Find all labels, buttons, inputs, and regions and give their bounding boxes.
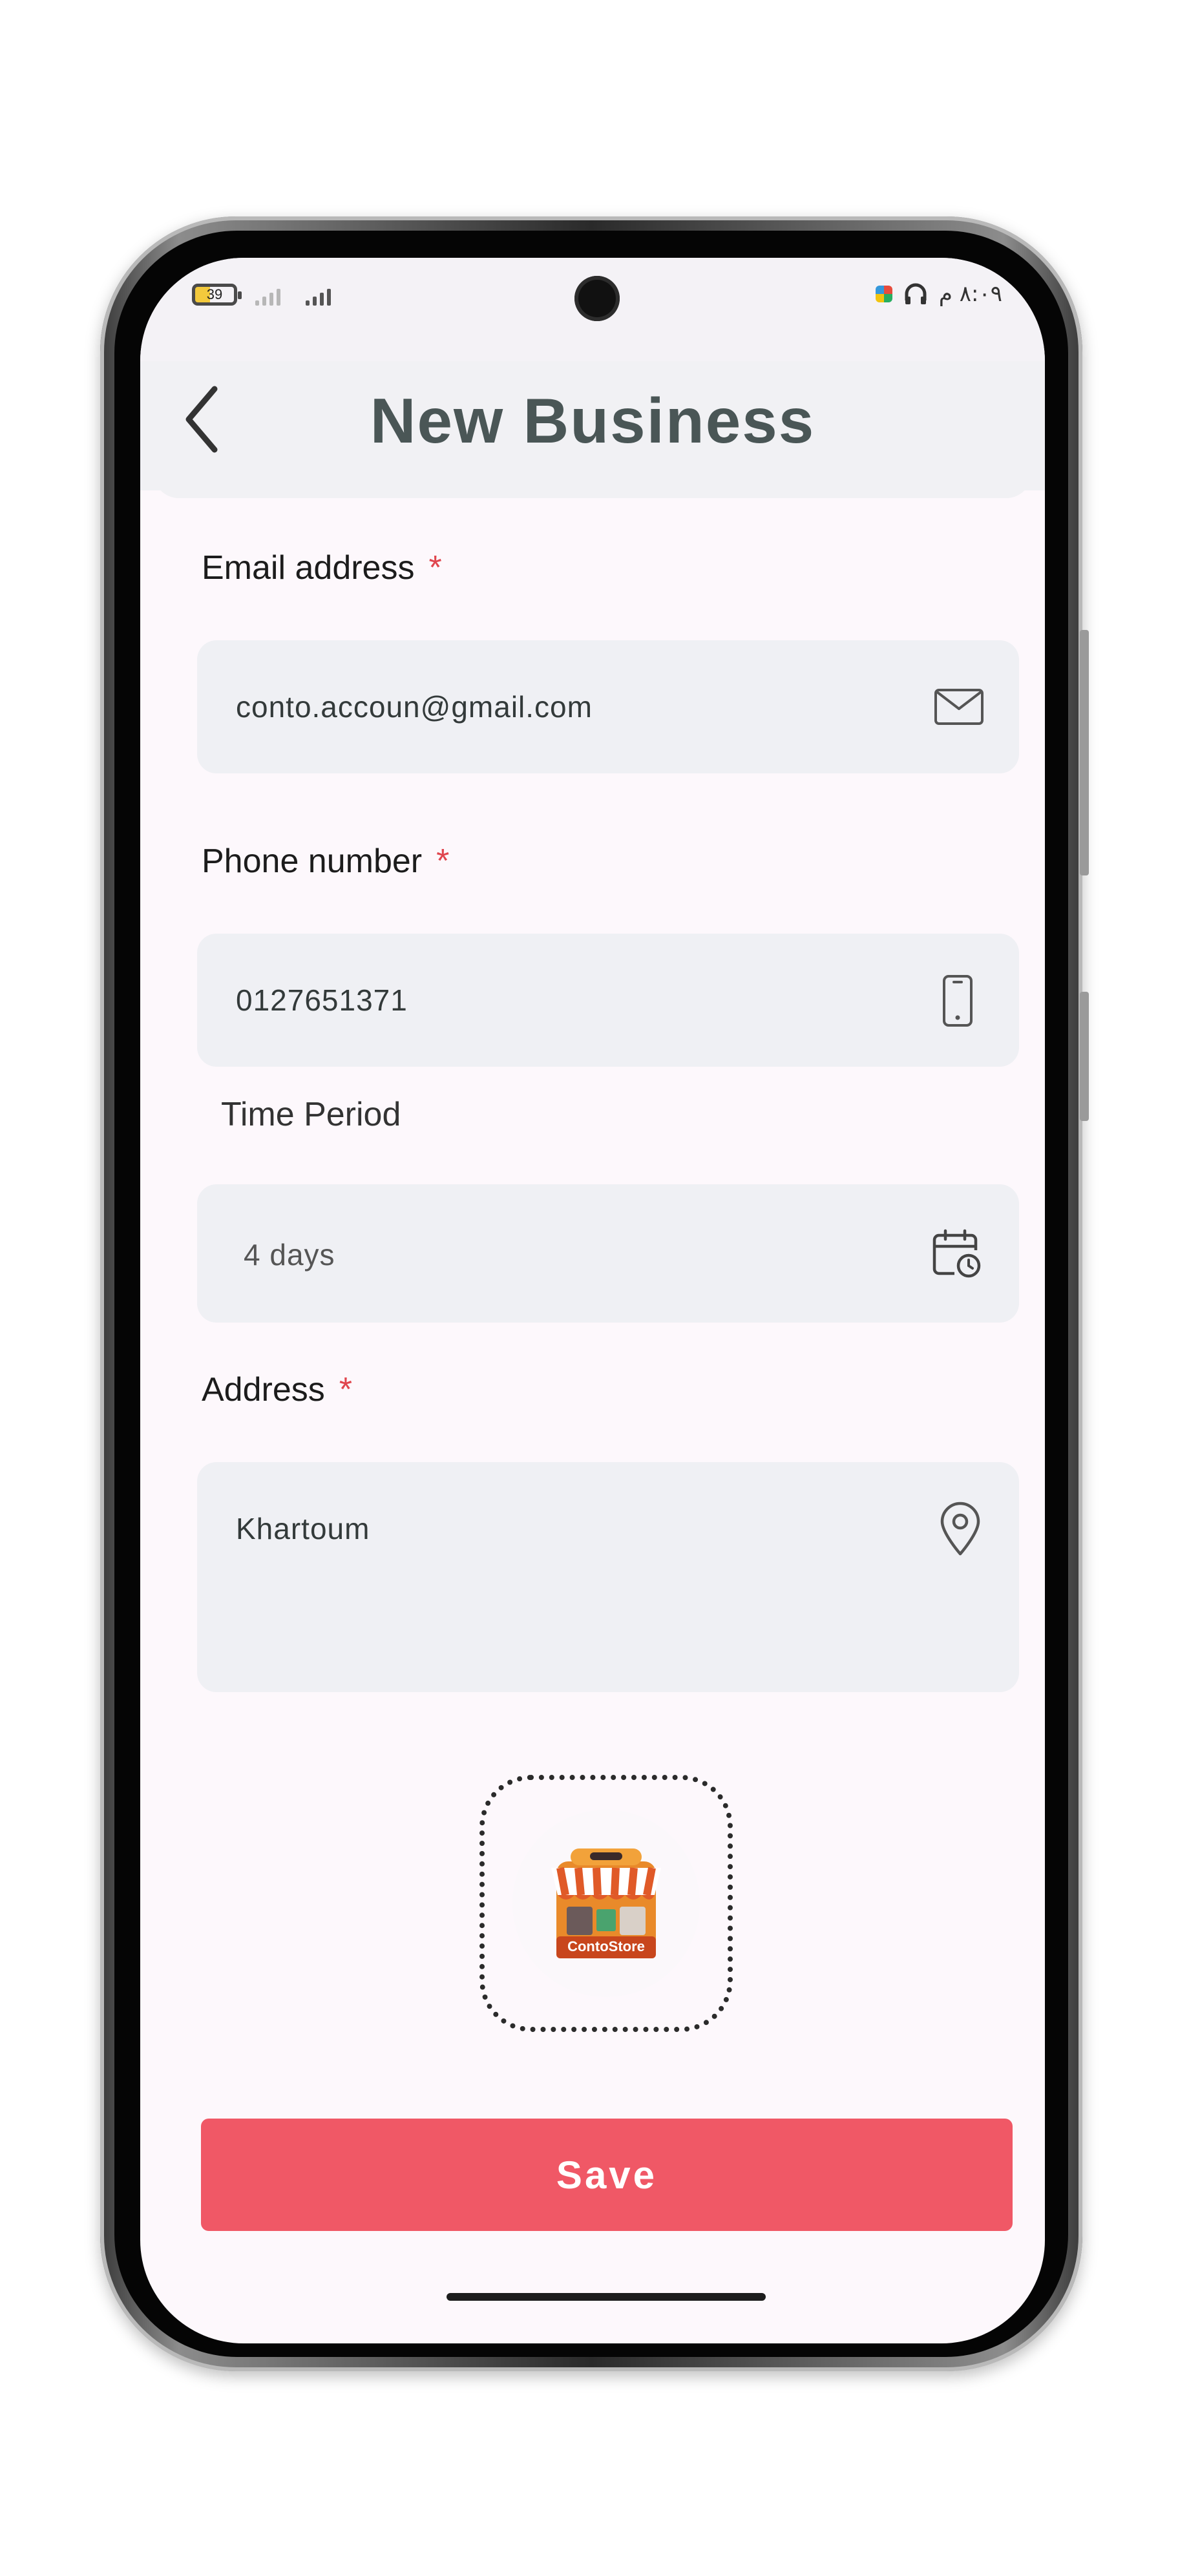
home-indicator[interactable] xyxy=(447,2293,766,2301)
email-label: Email address * xyxy=(202,549,442,587)
required-mark: * xyxy=(428,549,442,587)
signal-sim2-icon xyxy=(306,284,331,306)
phone-frame: 39 ٨:٠٩ م New Business Email address * c… xyxy=(100,216,1089,2371)
app-screen: 39 ٨:٠٩ م New Business Email address * c… xyxy=(140,258,1045,2343)
time-period-field[interactable]: 4 days xyxy=(197,1184,1019,1323)
calendar-clock-icon xyxy=(932,1229,981,1278)
battery-level: 39 xyxy=(206,286,223,302)
address-label-text: Address xyxy=(202,1371,325,1408)
phone-icon xyxy=(943,975,973,1027)
front-camera xyxy=(574,276,620,321)
volume-button xyxy=(1080,630,1089,875)
phone-value: 0127651371 xyxy=(236,983,408,1017)
phone-label: Phone number * xyxy=(202,842,449,881)
envelope-icon xyxy=(934,689,984,725)
phone-label-text: Phone number xyxy=(202,843,423,880)
status-time: ٨:٠٩ م xyxy=(938,281,1002,307)
status-right: ٨:٠٩ م xyxy=(875,281,1002,307)
phone-bezel: 39 ٨:٠٩ م New Business Email address * c… xyxy=(114,231,1068,2357)
status-bar: 39 ٨:٠٩ م xyxy=(140,258,1045,361)
time-period-value: 4 days xyxy=(244,1238,335,1272)
save-button[interactable]: Save xyxy=(201,2119,1013,2231)
app-notification-icon xyxy=(875,286,892,302)
battery-icon: 39 xyxy=(192,284,242,306)
signal-sim1-icon xyxy=(255,284,280,306)
headphones-icon xyxy=(905,283,927,304)
required-mark: * xyxy=(339,1371,353,1408)
email-value: conto.accoun@gmail.com xyxy=(236,690,593,724)
address-value: Khartoum xyxy=(236,1512,370,1545)
location-pin-icon xyxy=(940,1502,980,1556)
logo-preview: ContoStore xyxy=(512,1810,700,1997)
address-field[interactable]: Khartoum xyxy=(197,1462,1019,1692)
address-label: Address * xyxy=(202,1370,352,1409)
phone-field[interactable]: 0127651371 xyxy=(197,934,1019,1067)
power-button xyxy=(1080,992,1089,1121)
page-title: New Business xyxy=(370,385,815,456)
store-logo-icon: ContoStore xyxy=(551,1848,661,1958)
email-label-text: Email address xyxy=(202,549,415,587)
required-mark: * xyxy=(436,843,450,880)
logo-brand-text: ContoStore xyxy=(567,1938,645,1954)
email-field[interactable]: conto.accoun@gmail.com xyxy=(197,640,1019,773)
time-period-label: Time Period xyxy=(221,1096,401,1133)
logo-picker[interactable]: ContoStore xyxy=(479,1775,733,2032)
